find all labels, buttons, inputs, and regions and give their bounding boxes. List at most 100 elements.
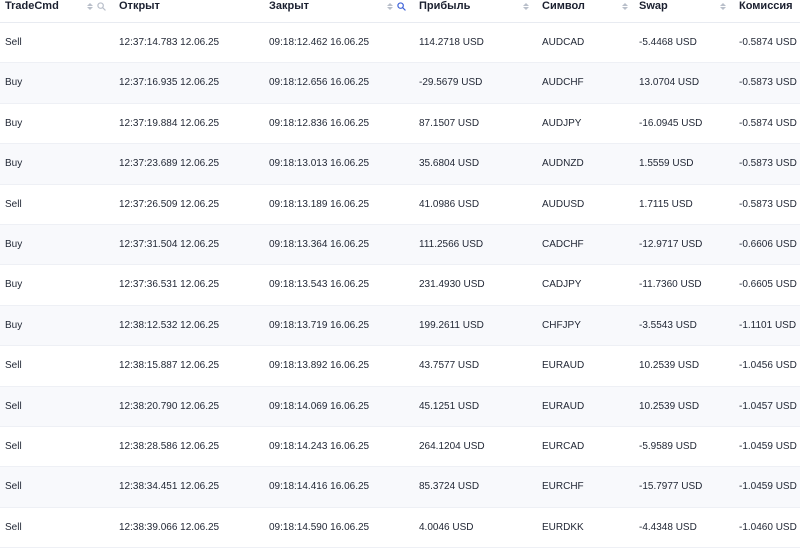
table-row[interactable]: Buy 12:37:36.531 12.06.25 09:18:13.543 1… — [0, 265, 800, 306]
table-row[interactable]: Sell 12:38:20.790 12.06.25 09:18:14.069 … — [0, 386, 800, 427]
table-row[interactable]: Buy 12:37:31.504 12.06.25 09:18:13.364 1… — [0, 224, 800, 266]
column-header-tradecmd[interactable]: TradeCmd — [5, 0, 59, 14]
table-row[interactable]: Sell 12:38:39.066 12.06.25 09:18:14.590 … — [0, 508, 800, 549]
column-header-swap[interactable]: Swap — [639, 0, 668, 14]
table-row[interactable]: Sell 12:38:34.451 12.06.25 09:18:14.416 … — [0, 467, 800, 508]
table-row[interactable]: Sell 12:38:28.586 12.06.25 09:18:14.243 … — [0, 427, 800, 468]
cell-opened: 12:37:36.531 12.06.25 — [119, 279, 220, 291]
cell-opened: 12:38:12.532 12.06.25 — [119, 319, 220, 331]
cell-tradecmd: Sell — [5, 400, 22, 412]
cell-profit: 41.0986 USD — [419, 198, 480, 210]
cell-swap: 1.7115 USD — [639, 198, 693, 210]
table-row[interactable]: Sell 12:38:15.887 12.06.25 09:18:13.892 … — [0, 346, 800, 387]
cell-opened: 12:37:23.689 12.06.25 — [119, 158, 220, 170]
cell-commission: -1.0457 USD — [739, 400, 797, 412]
cell-swap: -5.4468 USD — [639, 37, 697, 48]
column-header-opened[interactable]: Открыт — [119, 0, 160, 14]
sort-icon[interactable] — [387, 0, 393, 12]
column-header-commission[interactable]: Комиссия — [739, 0, 793, 14]
cell-profit: 4.0046 USD — [419, 521, 474, 533]
cell-tradecmd: Buy — [5, 158, 23, 170]
cell-swap: -5.9589 USD — [639, 440, 697, 452]
cell-commission: -0.5873 USD — [739, 198, 797, 210]
cell-symbol: CHFJPY — [542, 319, 581, 331]
cell-swap: -3.5543 USD — [639, 319, 697, 331]
cell-profit: 114.2718 USD — [419, 37, 484, 48]
cell-symbol: EURAUD — [542, 360, 585, 372]
cell-opened: 12:37:31.504 12.06.25 — [119, 238, 220, 250]
cell-swap: -15.7977 USD — [639, 481, 703, 493]
cell-opened: 12:37:16.935 12.06.25 — [119, 77, 220, 89]
cell-commission: -0.6605 USD — [739, 279, 797, 291]
column-header-symbol[interactable]: Символ — [542, 0, 585, 14]
cell-commission: -1.0456 USD — [739, 360, 797, 372]
cell-tradecmd: Buy — [5, 77, 23, 89]
cell-swap: -4.4348 USD — [639, 521, 697, 533]
cell-tradecmd: Sell — [5, 440, 22, 452]
cell-profit: 87.1507 USD — [419, 117, 480, 129]
cell-symbol: AUDUSD — [542, 198, 585, 210]
cell-tradecmd: Buy — [5, 117, 23, 129]
cell-symbol: CADJPY — [542, 279, 582, 291]
sort-icon[interactable] — [87, 0, 93, 12]
cell-closed: 09:18:12.462 16.06.25 — [269, 37, 370, 48]
cell-symbol: AUDJPY — [542, 117, 582, 129]
cell-profit: -29.5679 USD — [419, 77, 483, 89]
search-icon[interactable] — [97, 1, 106, 11]
cell-profit: 85.3724 USD — [419, 481, 480, 493]
cell-opened: 12:38:34.451 12.06.25 — [119, 481, 220, 493]
cell-closed: 09:18:14.590 16.06.25 — [269, 521, 370, 533]
table-row[interactable]: Buy 12:37:19.884 12.06.25 09:18:12.836 1… — [0, 104, 800, 145]
cell-swap: 10.2539 USD — [639, 360, 700, 372]
cell-symbol: EURCAD — [542, 440, 585, 452]
cell-commission: -0.5873 USD — [739, 77, 797, 89]
cell-profit: 35.6804 USD — [419, 158, 480, 170]
cell-closed: 09:18:13.719 16.06.25 — [269, 319, 370, 331]
cell-closed: 09:18:12.836 16.06.25 — [269, 117, 370, 129]
cell-commission: -1.0459 USD — [739, 440, 797, 452]
cell-closed: 09:18:13.543 16.06.25 — [269, 279, 370, 291]
cell-tradecmd: Sell — [5, 37, 22, 48]
cell-opened: 12:38:28.586 12.06.25 — [119, 440, 220, 452]
cell-profit: 45.1251 USD — [419, 400, 480, 412]
table-row[interactable]: Buy 12:38:12.532 12.06.25 09:18:13.719 1… — [0, 305, 800, 347]
cell-tradecmd: Sell — [5, 521, 22, 533]
table-body: Sell 12:37:14.783 12.06.25 09:18:12.462 … — [0, 23, 800, 549]
cell-profit: 231.4930 USD — [419, 279, 485, 291]
cell-swap: 13.0704 USD — [639, 77, 700, 89]
profit-header-icons — [523, 0, 529, 13]
trades-table: TradeCmd Открыт Закрыт Прибыль Символ Sw… — [0, 0, 800, 549]
cell-opened: 12:38:15.887 12.06.25 — [119, 360, 220, 372]
cell-opened: 12:37:26.509 12.06.25 — [119, 198, 220, 210]
table-row[interactable]: Sell 12:37:26.509 12.06.25 09:18:13.189 … — [0, 185, 800, 225]
column-header-closed[interactable]: Закрыт — [269, 0, 309, 14]
sort-icon[interactable] — [523, 0, 529, 12]
tradecmd-header-icons — [87, 0, 106, 13]
cell-symbol: CADCHF — [542, 238, 584, 250]
cell-commission: -1.0460 USD — [739, 521, 797, 533]
cell-swap: -16.0945 USD — [639, 117, 703, 129]
cell-profit: 264.1204 USD — [419, 440, 485, 452]
cell-profit: 111.2566 USD — [419, 238, 484, 250]
search-icon[interactable] — [397, 1, 406, 11]
sort-icon[interactable] — [622, 0, 628, 12]
cell-closed: 09:18:14.416 16.06.25 — [269, 481, 370, 493]
cell-symbol: EURDKK — [542, 521, 584, 533]
table-row[interactable]: Buy 12:37:23.689 12.06.25 09:18:13.013 1… — [0, 144, 800, 185]
cell-tradecmd: Sell — [5, 360, 22, 372]
sort-icon[interactable] — [720, 0, 726, 12]
cell-closed: 09:18:12.656 16.06.25 — [269, 77, 370, 89]
column-header-profit[interactable]: Прибыль — [419, 0, 470, 14]
table-row[interactable]: Sell 12:37:14.783 12.06.25 09:18:12.462 … — [0, 23, 800, 64]
cell-swap: 1.5559 USD — [639, 158, 694, 170]
cell-tradecmd: Buy — [5, 319, 23, 331]
cell-symbol: AUDCHF — [542, 77, 584, 89]
cell-profit: 43.7577 USD — [419, 360, 480, 372]
cell-opened: 12:38:39.066 12.06.25 — [119, 521, 220, 533]
table-row[interactable]: Buy 12:37:16.935 12.06.25 09:18:12.656 1… — [0, 63, 800, 104]
cell-symbol: EURAUD — [542, 400, 585, 412]
cell-commission: -0.5874 USD — [739, 117, 797, 129]
cell-commission: -0.6606 USD — [739, 238, 797, 250]
cell-profit: 199.2611 USD — [419, 319, 484, 331]
cell-closed: 09:18:14.243 16.06.25 — [269, 440, 370, 452]
